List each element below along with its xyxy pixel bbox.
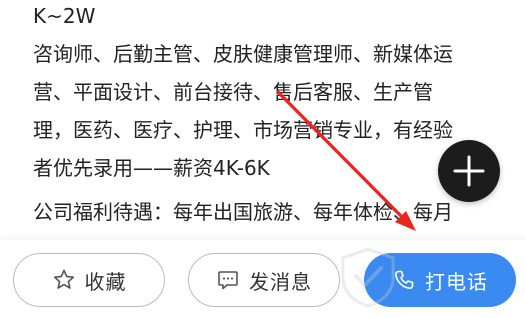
chat-bubble-icon	[216, 268, 240, 292]
floating-add-button[interactable]	[438, 140, 500, 202]
description-line: 公司福利待遇：每年出国旅游、每年体检、每月	[33, 200, 453, 224]
phone-icon	[392, 268, 416, 292]
favorite-label: 收藏	[84, 269, 127, 294]
description-line: K~2W	[33, 4, 96, 28]
call-label: 打电话	[425, 269, 488, 294]
favorite-button[interactable]: 收藏	[13, 253, 165, 307]
star-outline-icon	[52, 268, 76, 292]
call-button[interactable]: 打电话	[364, 253, 516, 307]
send-message-label: 发消息	[249, 269, 312, 294]
action-bar: 收藏 发消息 打电话	[0, 240, 526, 318]
description-line: 咨询师、后勤主管、皮肤健康管理师、新媒体运	[33, 42, 453, 66]
description-line: 营、平面设计、前台接待、售后客服、生产管	[33, 80, 433, 104]
send-message-button[interactable]: 发消息	[188, 253, 340, 307]
job-description: K~2W 咨询师、后勤主管、皮肤健康管理师、新媒体运 营、平面设计、前台接待、售…	[0, 0, 526, 240]
plus-icon	[453, 155, 485, 187]
